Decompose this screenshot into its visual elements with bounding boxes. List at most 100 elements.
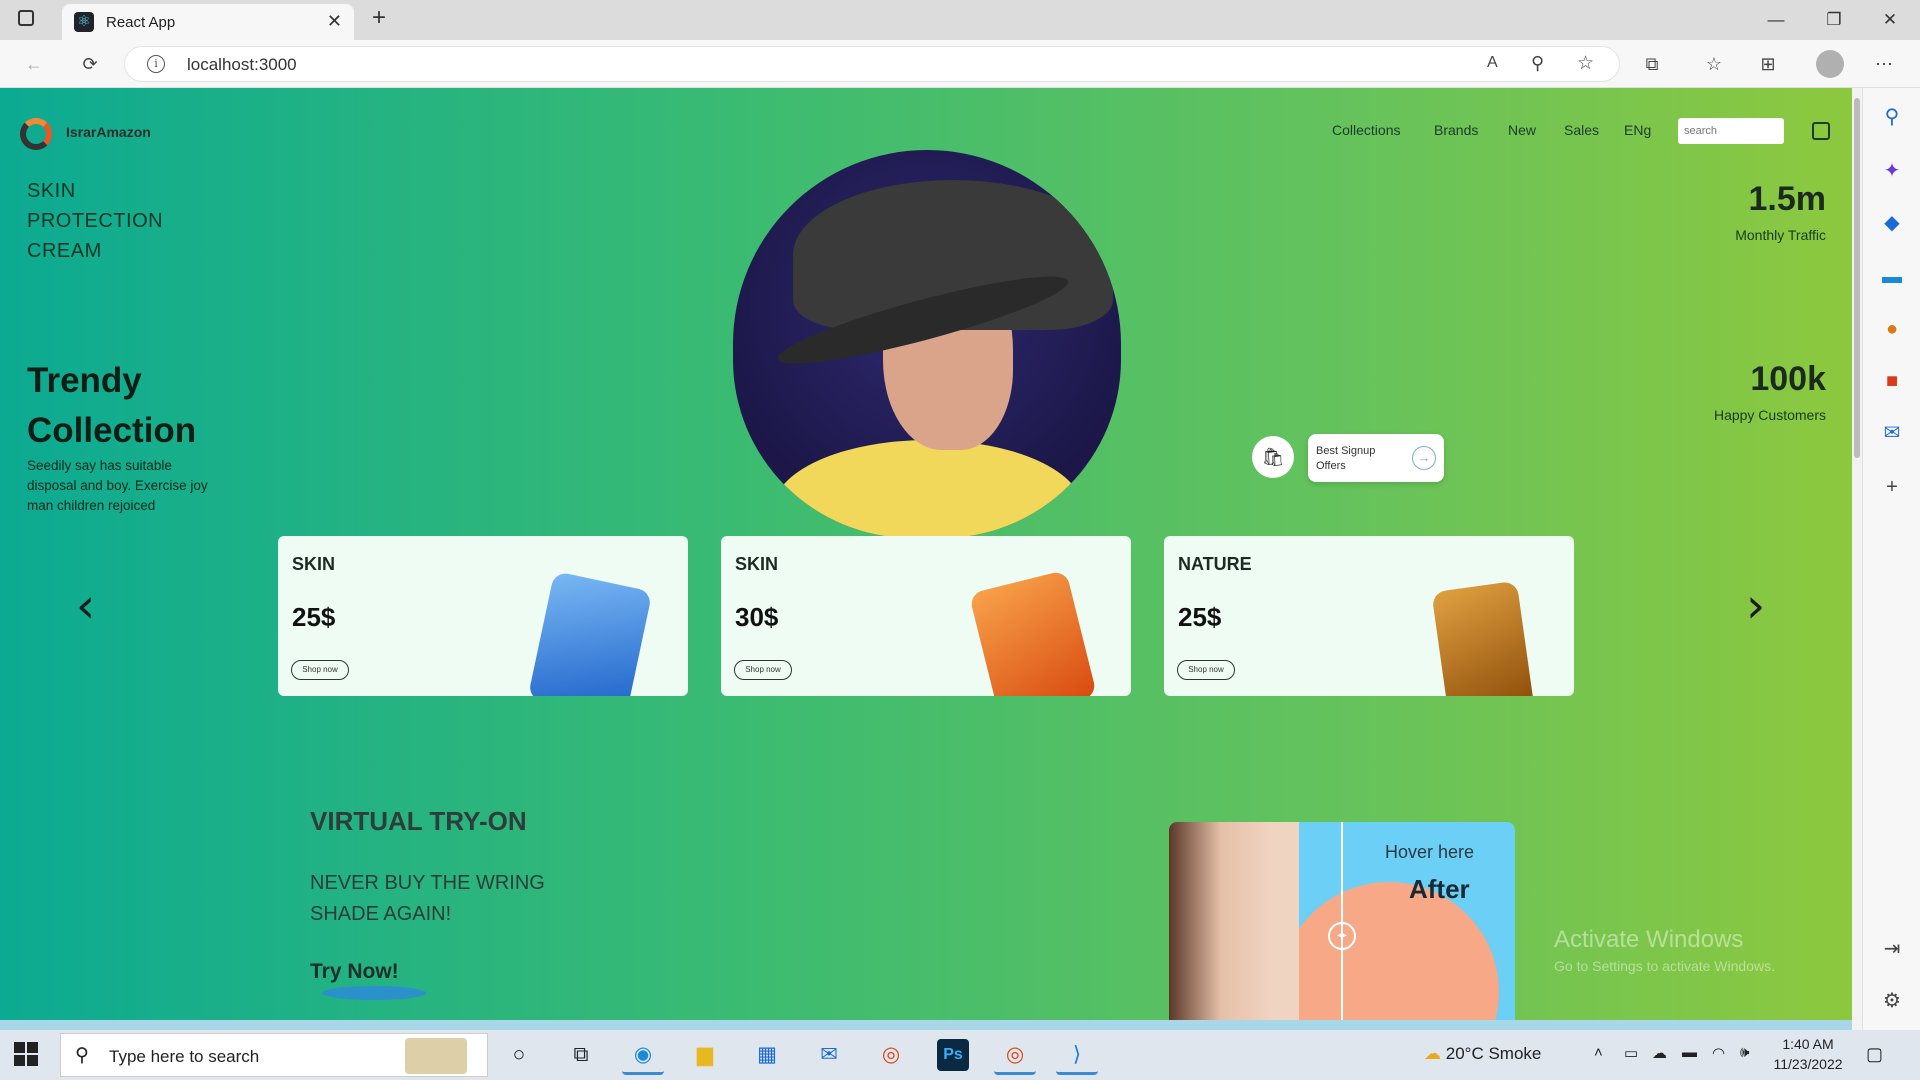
shopping-tag-icon[interactable]: ◆	[1877, 208, 1907, 238]
chrome-icon[interactable]: ◎	[870, 1035, 912, 1075]
shop-now-button[interactable]: Shop now	[1177, 660, 1235, 680]
add-sidebar-app-icon[interactable]: +	[1877, 472, 1907, 502]
offer-text: Best Signup Offers	[1316, 445, 1376, 472]
windows-start-icon[interactable]	[14, 1042, 38, 1066]
product-bottle-image	[968, 569, 1098, 696]
wifi-icon[interactable]: ◠	[1712, 1044, 1725, 1062]
task-view-icon[interactable]: ⧉	[560, 1035, 602, 1075]
hero-glow	[773, 440, 1083, 538]
shop-now-button[interactable]: Shop now	[734, 660, 792, 680]
headline-line-cream: CREAM	[27, 240, 102, 262]
product-card[interactable]: SKIN 25$ Shop now	[278, 536, 688, 696]
scrollbar-thumb[interactable]	[1854, 98, 1860, 458]
file-explorer-icon[interactable]: ▆	[684, 1035, 726, 1075]
copilot-icon[interactable]: ✦	[1877, 156, 1907, 186]
trendy-description: Seedily say has suitable disposal and bo…	[27, 458, 208, 513]
chrome-app-icon[interactable]: ◎	[994, 1035, 1036, 1075]
collections-icon[interactable]: ⊞	[1752, 48, 1784, 80]
settings-more-icon[interactable]: ⋯	[1868, 48, 1900, 80]
taskbar-search-box[interactable]: ⚲ Type here to search	[60, 1033, 488, 1077]
back-icon[interactable]: ←	[18, 48, 50, 80]
trendy-title: Trendy Collection	[27, 356, 196, 456]
horizontal-scrollbar[interactable]	[0, 1020, 1852, 1030]
favorites-icon[interactable]: ☆	[1698, 48, 1730, 80]
slider-divider[interactable]	[1341, 822, 1343, 1020]
games-icon[interactable]: ●	[1877, 314, 1907, 344]
url-box[interactable]: i localhost:3000 A ⚲ ☆	[124, 46, 1620, 82]
page-scrollbar[interactable]	[1852, 88, 1862, 1020]
cart-icon[interactable]	[1812, 122, 1830, 140]
refresh-icon[interactable]: ⟳	[74, 48, 106, 80]
outlook-icon[interactable]: ✉	[1877, 418, 1907, 448]
search-highlight-image[interactable]	[405, 1038, 467, 1074]
trendy-title-line2: Collection	[27, 411, 197, 450]
shopping-bag-icon[interactable]: 🛍	[1252, 436, 1294, 478]
office-icon[interactable]: ■	[1877, 366, 1907, 396]
tools-icon[interactable]: ▬	[1877, 262, 1907, 292]
card-price: 25$	[1178, 602, 1222, 632]
before-after-slider[interactable]: ◂▸ Hover here After	[1169, 822, 1515, 1020]
camera-icon[interactable]: ▭	[1624, 1044, 1638, 1062]
react-favicon-icon: ⚛	[74, 12, 94, 32]
cortana-icon[interactable]: ○	[498, 1035, 540, 1075]
zoom-icon[interactable]: ⚲	[1531, 53, 1544, 74]
restore-button[interactable]: ❐	[1814, 6, 1854, 34]
system-clock[interactable]: 1:40 AM 11/23/2022	[1770, 1034, 1846, 1074]
new-tab-button[interactable]: +	[372, 4, 386, 32]
product-card[interactable]: NATURE 25$ Shop now	[1164, 536, 1574, 696]
brand-name[interactable]: IsrarAmazon	[66, 124, 151, 140]
nav-link-new[interactable]: New	[1508, 122, 1536, 138]
search-icon: ⚲	[75, 1045, 89, 1066]
notifications-icon[interactable]: ▢	[1866, 1044, 1883, 1065]
url-text[interactable]: localhost:3000	[187, 55, 297, 75]
profile-avatar[interactable]	[1816, 50, 1844, 78]
search-input[interactable]	[1678, 118, 1784, 144]
nav-link-eng[interactable]: ENg	[1624, 122, 1651, 138]
try-now-link[interactable]: Try Now!	[310, 960, 399, 984]
onedrive-icon[interactable]: ☁	[1652, 1044, 1667, 1062]
hide-sidebar-icon[interactable]: ⇥	[1877, 934, 1907, 964]
nav-link-brands[interactable]: Brands	[1434, 122, 1478, 138]
search-icon[interactable]: ⚲	[1877, 102, 1907, 132]
mail-icon[interactable]: ✉	[808, 1035, 850, 1075]
vscode-icon[interactable]: ⟩	[1056, 1035, 1098, 1075]
add-favorite-icon[interactable]: ☆	[1577, 52, 1594, 75]
edge-app-icon[interactable]: ◉	[622, 1035, 664, 1075]
extensions-icon[interactable]: ⧉	[1636, 48, 1668, 80]
read-aloud-icon[interactable]: A	[1487, 54, 1498, 72]
signup-offer-card[interactable]: Best Signup Offers →	[1308, 434, 1444, 482]
arrow-right-icon[interactable]: →	[1412, 446, 1436, 470]
minimize-button[interactable]: —	[1756, 6, 1796, 34]
site-info-icon[interactable]: i	[147, 55, 165, 73]
hover-here-label: Hover here	[1385, 842, 1475, 862]
close-window-button[interactable]: ✕	[1870, 6, 1910, 34]
store-icon[interactable]: ▦	[746, 1035, 788, 1075]
nav-link-collections[interactable]: Collections	[1332, 122, 1400, 138]
stat-customers-value: 100k	[1750, 360, 1826, 398]
hero-model-image	[733, 150, 1121, 538]
virtual-tryon-title: VIRTUAL TRY-ON	[310, 806, 527, 836]
chevron-up-icon[interactable]: ˄	[1594, 1044, 1603, 1061]
battery-icon[interactable]: ▬	[1682, 1044, 1697, 1061]
volume-icon[interactable]: 🕪	[1740, 1044, 1749, 1061]
nav-link-sales[interactable]: Sales	[1564, 122, 1599, 138]
close-tab-icon[interactable]: ✕	[327, 11, 342, 32]
taskbar-search-placeholder[interactable]: Type here to search	[109, 1047, 259, 1067]
stat-customers-label: Happy Customers	[1713, 407, 1826, 423]
tab-actions-icon[interactable]	[18, 10, 34, 26]
slider-handle-icon[interactable]: ◂▸	[1328, 922, 1356, 950]
card-category: NATURE	[1178, 554, 1252, 574]
weather-widget[interactable]: ☁ 20°C Smoke	[1424, 1044, 1541, 1064]
browser-tab[interactable]: ⚛ React App ✕	[62, 4, 354, 40]
shop-now-button[interactable]: Shop now	[291, 660, 349, 680]
carousel-prev-icon[interactable]: ‹	[76, 578, 95, 634]
carousel-next-icon[interactable]: ›	[1746, 578, 1765, 634]
weather-text: 20°C Smoke	[1445, 1044, 1542, 1063]
product-card[interactable]: SKIN 30$ Shop now	[721, 536, 1131, 696]
clock-date: 11/23/2022	[1773, 1056, 1843, 1072]
photoshop-icon[interactable]: Ps	[937, 1039, 969, 1071]
logo-icon[interactable]	[20, 118, 52, 150]
card-category: SKIN	[292, 554, 336, 574]
sidebar-settings-icon[interactable]: ⚙	[1877, 986, 1907, 1016]
headline-line-skin: SKIN	[27, 180, 76, 202]
